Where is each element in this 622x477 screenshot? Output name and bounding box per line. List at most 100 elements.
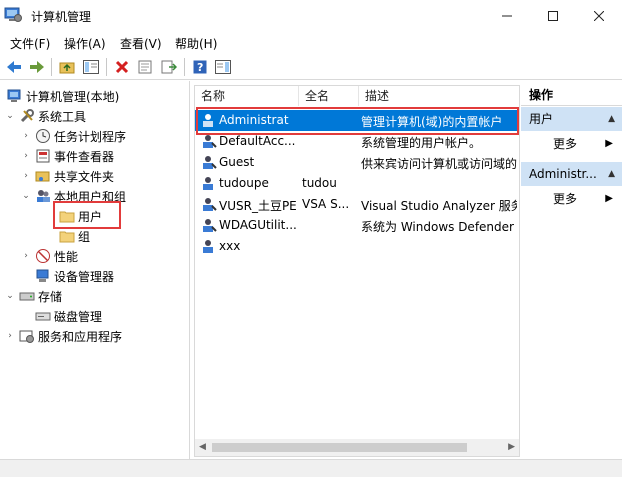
column-header-description[interactable]: 描述 — [359, 86, 519, 106]
user-name: VUSR_土豆PE — [219, 199, 297, 213]
collapse-up-icon[interactable]: ▲ — [608, 107, 615, 131]
action-section-users[interactable]: 用户 ▲ — [521, 107, 622, 131]
user-description: 系统管理的用户帐户。 — [361, 136, 482, 150]
action-section-label: 用户 — [529, 112, 554, 126]
services-icon — [19, 328, 35, 344]
users-group-icon — [35, 188, 51, 204]
menu-view[interactable]: 查看(V) — [120, 35, 162, 52]
menu-help[interactable]: 帮助(H) — [175, 35, 217, 52]
tree-item-event-viewer[interactable]: › 事件查看器 — [20, 146, 114, 166]
horizontal-scrollbar[interactable]: ◀ ▶ — [195, 439, 519, 456]
scrollbar-thumb[interactable] — [212, 443, 467, 452]
column-header-fullname[interactable]: 全名 — [299, 86, 359, 106]
user-fullname: tudou — [302, 176, 337, 190]
chevron-right-icon[interactable]: › — [20, 151, 32, 161]
user-description: 供来宾访问计算机或访问域的 — [361, 157, 517, 171]
back-icon[interactable] — [5, 58, 23, 76]
forward-icon[interactable] — [28, 58, 46, 76]
table-row[interactable]: Guest 供来宾访问计算机或访问域的 — [195, 152, 519, 173]
user-name: DefaultAcc... — [219, 134, 296, 148]
action-more-users[interactable]: 更多 ▶ — [521, 133, 622, 155]
collapse-up-icon[interactable]: ▲ — [608, 162, 615, 186]
disk-icon — [35, 308, 51, 324]
chevron-right-icon[interactable]: › — [20, 171, 32, 181]
action-label: 更多 — [553, 137, 578, 151]
performance-icon — [35, 248, 51, 264]
tree-label: 共享文件夹 — [54, 169, 115, 184]
tree-item-services-apps[interactable]: › 服务和应用程序 — [4, 326, 122, 346]
action-pane: 操作 用户 ▲ 更多 ▶ Administr... ▲ 更多 ▶ — [521, 85, 622, 457]
window-title: 计算机管理 — [31, 10, 92, 24]
tree-label: 性能 — [54, 249, 79, 264]
user-description: Visual Studio Analyzer 服务 — [361, 199, 517, 213]
console-tree: 计算机管理(本地) ⌄ 系统工具 › 任务计划程序 › 事件查看器 › 共享文件… — [0, 81, 190, 459]
chevron-right-icon[interactable]: › — [20, 251, 32, 261]
table-row[interactable]: VUSR_土豆PE VSA S... Visual Studio Analyze… — [195, 194, 519, 215]
tree-item-device-manager[interactable]: 设备管理器 — [32, 266, 114, 286]
maximize-button[interactable] — [530, 0, 576, 31]
action-section-label: Administr... — [529, 167, 597, 181]
user-icon — [201, 155, 217, 170]
tree-item-root[interactable]: 计算机管理(本地) — [4, 86, 119, 106]
user-name: tudoupe — [219, 176, 269, 190]
user-icon — [201, 239, 217, 254]
action-more-administrator[interactable]: 更多 ▶ — [521, 188, 622, 210]
table-row[interactable]: WDAGUtilit... 系统为 Windows Defender . — [195, 215, 519, 236]
chevron-down-icon[interactable]: ⌄ — [20, 191, 32, 201]
tree-label: 设备管理器 — [54, 269, 115, 284]
menu-file[interactable]: 文件(F) — [10, 35, 50, 52]
computer-management-icon — [4, 7, 22, 23]
show-action-pane-icon[interactable] — [214, 58, 232, 76]
menu-action[interactable]: 操作(A) — [64, 35, 106, 52]
title-bar: 计算机管理 — [0, 0, 622, 31]
chevron-down-icon[interactable]: ⌄ — [4, 291, 16, 301]
minimize-button[interactable] — [484, 0, 530, 31]
svg-text:?: ? — [197, 61, 203, 74]
show-hide-tree-icon[interactable] — [82, 58, 100, 76]
table-row[interactable]: tudoupe tudou — [195, 173, 519, 194]
table-row[interactable]: DefaultAcc... 系统管理的用户帐户。 — [195, 131, 519, 152]
chevron-down-icon[interactable]: ⌄ — [4, 111, 16, 121]
tree-item-groups[interactable]: 组 — [56, 226, 90, 246]
toolbar-separator — [106, 58, 107, 76]
user-list: 名称 全名 描述 Administrat 管理计算机(域)的内置帐户 Defau… — [194, 85, 520, 457]
chevron-right-icon[interactable]: › — [20, 131, 32, 141]
tree-item-storage[interactable]: ⌄ 存储 — [4, 286, 62, 306]
up-folder-icon[interactable] — [58, 58, 76, 76]
user-icon — [201, 134, 217, 149]
tree-label: 系统工具 — [38, 109, 87, 124]
tree-item-task-scheduler[interactable]: › 任务计划程序 — [20, 126, 126, 146]
scroll-right-icon[interactable]: ▶ — [508, 442, 515, 452]
help-icon[interactable]: ? — [191, 58, 209, 76]
properties-icon[interactable] — [136, 58, 154, 76]
user-description: 系统为 Windows Defender . — [361, 220, 517, 234]
tree-item-performance[interactable]: › 性能 — [20, 246, 78, 266]
user-icon — [201, 176, 217, 191]
folder-icon — [59, 228, 75, 244]
status-bar — [0, 459, 622, 477]
user-icon — [201, 218, 217, 233]
export-icon[interactable] — [160, 58, 178, 76]
action-label: 更多 — [553, 192, 578, 206]
chevron-right-icon: ▶ — [605, 193, 613, 204]
tree-item-system-tools[interactable]: ⌄ 系统工具 — [4, 106, 86, 126]
delete-icon[interactable] — [113, 58, 131, 76]
tree-item-disk-management[interactable]: 磁盘管理 — [32, 306, 102, 326]
menu-bar: 文件(F) 操作(A) 查看(V) 帮助(H) — [0, 31, 622, 53]
action-pane-title: 操作 — [521, 85, 622, 106]
table-row[interactable]: xxx — [195, 236, 519, 257]
scroll-left-icon[interactable]: ◀ — [199, 442, 206, 452]
toolbar-separator — [184, 58, 185, 76]
tree-label: 任务计划程序 — [54, 129, 127, 144]
chevron-right-icon[interactable]: › — [4, 331, 16, 341]
chevron-right-icon: ▶ — [605, 138, 613, 149]
user-fullname: VSA S... — [302, 197, 350, 211]
action-section-administrator[interactable]: Administr... ▲ — [521, 162, 622, 186]
tree-label: 事件查看器 — [54, 149, 115, 164]
tree-item-shared-folders[interactable]: › 共享文件夹 — [20, 166, 114, 186]
close-button[interactable] — [576, 0, 622, 31]
clock-icon — [35, 128, 51, 144]
column-header-name[interactable]: 名称 — [195, 86, 299, 106]
user-icon — [201, 197, 217, 212]
shared-folder-icon — [35, 168, 51, 184]
